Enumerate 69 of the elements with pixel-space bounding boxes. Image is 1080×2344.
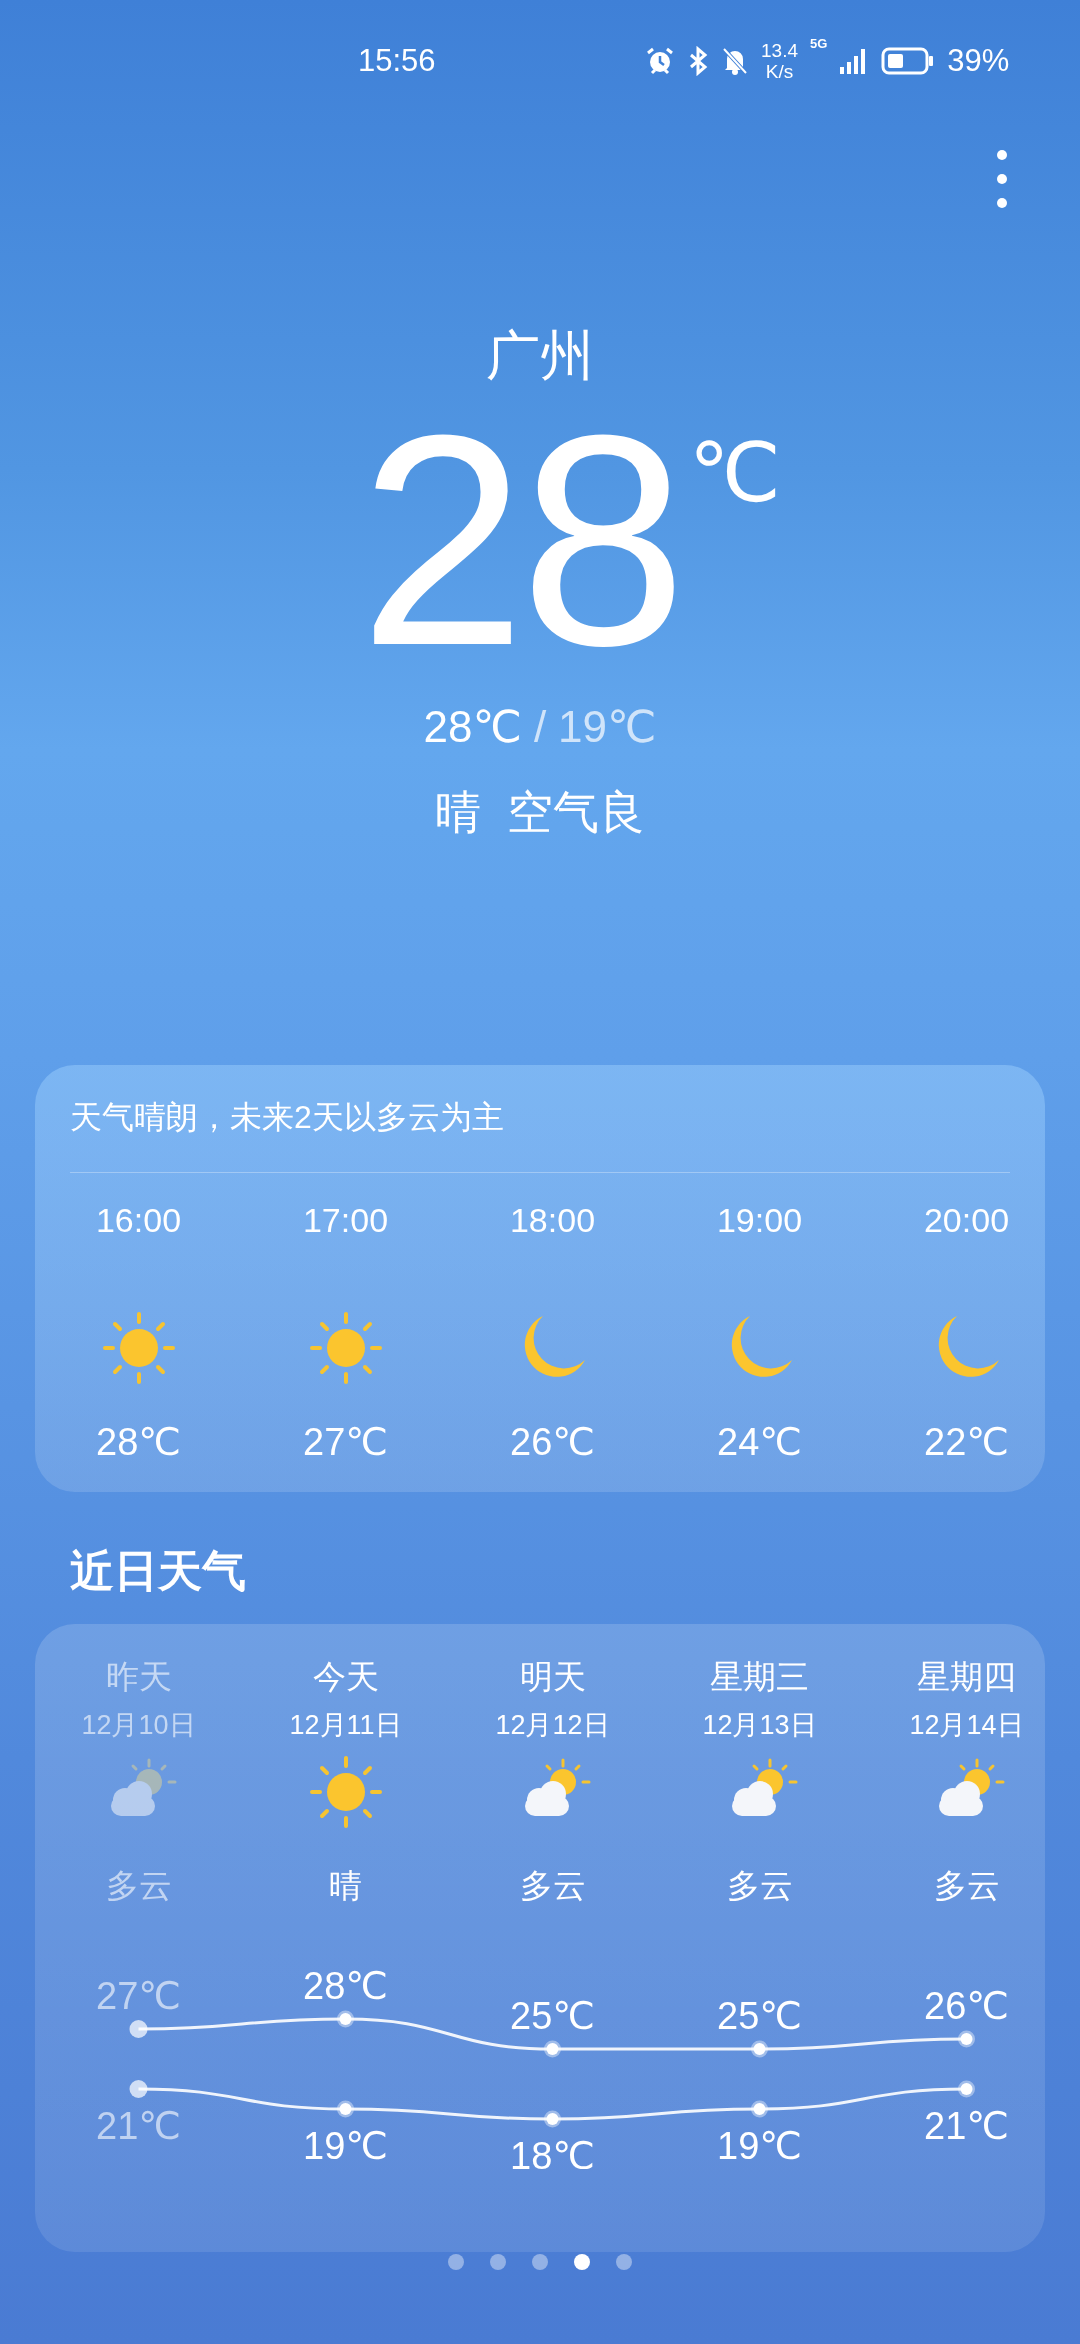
day-condition: 晴 (329, 1866, 362, 1906)
hour-label: 20:00 (923, 1200, 1010, 1241)
high-temperature: 28℃ (423, 701, 522, 753)
mute-bell-icon (721, 46, 749, 76)
temperature-point (751, 2100, 768, 2118)
temperature-point (544, 2040, 561, 2058)
page-indicator-dot[interactable] (448, 2254, 464, 2270)
network-speed: 13.4 (761, 40, 798, 61)
weather-condition: 晴 (435, 785, 481, 840)
network-type: 5G (810, 36, 828, 51)
battery-icon (881, 47, 936, 75)
forecast-summary: 天气晴朗，未来2天以多云为主 (69, 1098, 505, 1137)
clock: 15:56 (358, 43, 437, 79)
temperature-point (751, 2040, 768, 2058)
day-name: 星期四 (917, 1657, 1016, 1697)
separator: / (533, 701, 547, 753)
hour-temperature: 28℃ (96, 1420, 181, 1465)
hour-label: 17:00 (302, 1200, 389, 1241)
day-name: 今天 (312, 1657, 379, 1697)
temperature-point (129, 2020, 148, 2038)
network-speed-unit: K/s (765, 61, 794, 82)
temperature-unit: ℃ (688, 428, 781, 520)
hour-label: 19:00 (716, 1200, 803, 1241)
low-temperature: 18℃ (510, 2135, 595, 2169)
hour-temperature: 27℃ (303, 1420, 388, 1465)
day-condition: 多云 (726, 1866, 793, 1906)
page-indicator-dot[interactable] (616, 2254, 632, 2270)
bluetooth-icon (687, 46, 709, 76)
day-condition: 多云 (519, 1866, 586, 1906)
day-date: 12月14日 (909, 1709, 1024, 1742)
temperature-point (958, 2030, 975, 2048)
day-condition: 多云 (933, 1866, 1000, 1906)
day-date: 12月13日 (702, 1709, 817, 1742)
high-temperature: 25℃ (510, 1995, 595, 2037)
page-indicator-dot[interactable] (490, 2254, 506, 2270)
low-temperature: 19℃ (303, 2125, 388, 2167)
day-date: 12月11日 (289, 1709, 402, 1742)
page-indicator-dot[interactable] (574, 2254, 590, 2270)
day-name: 昨天 (105, 1657, 172, 1697)
temperature-point (337, 2010, 354, 2028)
hour-temperature: 22℃ (924, 1420, 1009, 1465)
current-temperature: 28 (359, 420, 681, 660)
page-indicator-dot[interactable] (532, 2254, 548, 2270)
day-condition: 多云 (105, 1866, 172, 1906)
temperature-point (337, 2100, 354, 2118)
day-date: 12月12日 (495, 1709, 610, 1742)
low-temperature: 21℃ (96, 2105, 181, 2147)
alarm-icon (645, 46, 675, 76)
high-temperature: 26℃ (924, 1985, 1009, 2027)
battery-percentage: 39% (947, 43, 1010, 79)
section-title: 近日天气 (69, 1547, 247, 1595)
day-date: 12月10日 (81, 1709, 196, 1742)
hour-label: 16:00 (95, 1200, 182, 1241)
high-temperature: 27℃ (96, 1975, 181, 2017)
high-temperature: 25℃ (717, 1995, 802, 2037)
hour-temperature: 24℃ (717, 1420, 802, 1465)
air-quality: 空气良 (507, 785, 645, 840)
low-temperature: 19℃ (558, 701, 657, 753)
temperature-point (544, 2110, 561, 2128)
high-temperature: 28℃ (303, 1965, 388, 2007)
hour-temperature: 26℃ (510, 1420, 595, 1465)
low-temperature: 19℃ (717, 2125, 802, 2167)
day-name: 星期三 (710, 1657, 809, 1697)
city-name: 广州 (485, 324, 595, 387)
day-name: 明天 (519, 1657, 586, 1697)
temperature-point (958, 2080, 975, 2098)
low-temperature: 21℃ (924, 2105, 1009, 2147)
hour-label: 18:00 (509, 1200, 596, 1241)
temperature-point (129, 2080, 148, 2098)
